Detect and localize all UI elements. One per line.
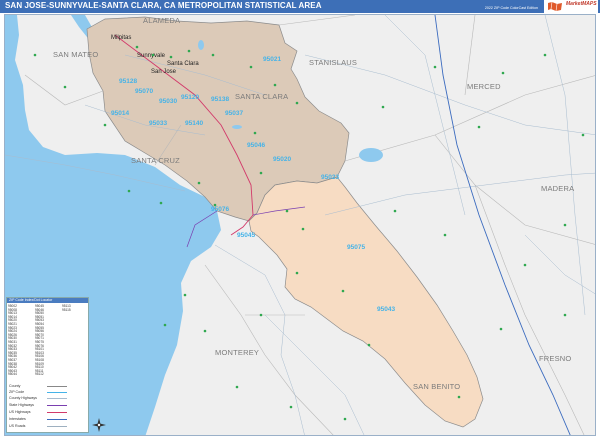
zip-label: 95140 bbox=[185, 120, 203, 127]
zip-label: 95045 bbox=[237, 232, 255, 239]
legend-title: ZIP Code Index/Dot Locator bbox=[9, 298, 53, 302]
zip-label: 95120 bbox=[181, 94, 199, 101]
legend-key-state-highways: State Highways bbox=[9, 403, 34, 407]
county-label-san-benito: SAN BENITO bbox=[413, 382, 460, 391]
title-bar: SAN JOSE-SUNNYVALE-SANTA CLARA, CA METRO… bbox=[0, 0, 600, 13]
legend-index-row: 95112 bbox=[35, 372, 44, 377]
city-label-milpitas: Milpitas bbox=[111, 35, 131, 41]
zip-label: 95076 bbox=[211, 206, 229, 213]
logo-map-icon bbox=[548, 1, 562, 12]
county-label-santa-clara: SANTA CLARA bbox=[235, 92, 288, 101]
zip-label: 95023 bbox=[321, 174, 339, 181]
legend-us-highway-swatch bbox=[47, 412, 67, 413]
zip-label: 95020 bbox=[273, 156, 291, 163]
brand-logo: MarketMAPS bbox=[544, 0, 598, 13]
zip-label: 95014 bbox=[111, 110, 129, 117]
zip-label: 95046 bbox=[247, 142, 265, 149]
legend-key-interstates: Interstates bbox=[9, 417, 26, 421]
zip-label: 95021 bbox=[263, 56, 281, 63]
legend-key: County ZIP Code County Highways State Hi… bbox=[7, 378, 88, 432]
edition-label: 2022 ZIP Code ColorCast Edition bbox=[484, 6, 538, 10]
zip-label: 95030 bbox=[159, 98, 177, 105]
city-label-sunnyvale: Sunnyvale bbox=[137, 53, 166, 59]
legend-index-row: 95044 bbox=[8, 372, 17, 377]
zip-label: 95138 bbox=[211, 96, 229, 103]
county-label-stanislaus: STANISLAUS bbox=[309, 58, 357, 67]
zip-label: 95070 bbox=[135, 88, 153, 95]
map-svg: SAN MATEO STANISLAUS MERCED SANTA CLARA … bbox=[5, 15, 595, 435]
legend-us-road-swatch bbox=[47, 426, 67, 427]
legend-key-us-highways: US Highways bbox=[9, 410, 31, 414]
legend-key-county: County bbox=[9, 384, 21, 388]
legend-key-zip: ZIP Code bbox=[9, 390, 25, 394]
zip-label: 95037 bbox=[225, 110, 243, 117]
zip-label: 95128 bbox=[119, 78, 137, 85]
legend-header: ZIP Code Index/Dot Locator bbox=[7, 298, 88, 303]
city-label-santa-clara: Santa Clara bbox=[167, 61, 199, 67]
legend-zip-swatch bbox=[47, 392, 67, 393]
zip-label: 95033 bbox=[149, 120, 167, 127]
city-label-san-jose: San Jose bbox=[151, 69, 177, 75]
county-label-alameda: ALAMEDA bbox=[143, 16, 180, 25]
county-label-monterey: MONTEREY bbox=[215, 348, 259, 357]
legend-county-swatch bbox=[47, 386, 67, 387]
map-legend: ZIP Code Index/Dot Locator 95002 95008 950… bbox=[6, 297, 89, 433]
calaveras-reservoir bbox=[198, 40, 204, 50]
zip-label: 95043 bbox=[377, 306, 395, 313]
county-label-fresno: FRESNO bbox=[539, 354, 571, 363]
legend-interstate-swatch bbox=[47, 419, 67, 420]
legend-index-row: 95115 bbox=[62, 307, 71, 312]
logo-wordmark: MarketMAPS bbox=[566, 1, 597, 7]
map-canvas[interactable]: SAN MATEO STANISLAUS MERCED SANTA CLARA … bbox=[4, 14, 596, 436]
county-label-san-mateo: SAN MATEO bbox=[53, 50, 98, 59]
county-label-madera: MADERA bbox=[541, 184, 574, 193]
zip-label: 95075 bbox=[347, 244, 365, 251]
county-label-merced: MERCED bbox=[467, 82, 501, 91]
legend-key-county-highways: County Highways bbox=[9, 396, 37, 400]
legend-key-us-roads: US Roads bbox=[9, 424, 26, 428]
map-poster: SAN JOSE-SUNNYVALE-SANTA CLARA, CA METRO… bbox=[0, 0, 600, 440]
county-label-santa-cruz: SANTA CRUZ bbox=[131, 156, 180, 165]
legend-state-highway-swatch bbox=[47, 405, 67, 406]
map-title: SAN JOSE-SUNNYVALE-SANTA CLARA, CA METRO… bbox=[5, 1, 322, 10]
anderson-lake bbox=[232, 125, 242, 129]
san-luis-reservoir bbox=[359, 148, 383, 162]
legend-county-highway-swatch bbox=[47, 398, 67, 399]
compass-rose-icon bbox=[92, 418, 106, 432]
